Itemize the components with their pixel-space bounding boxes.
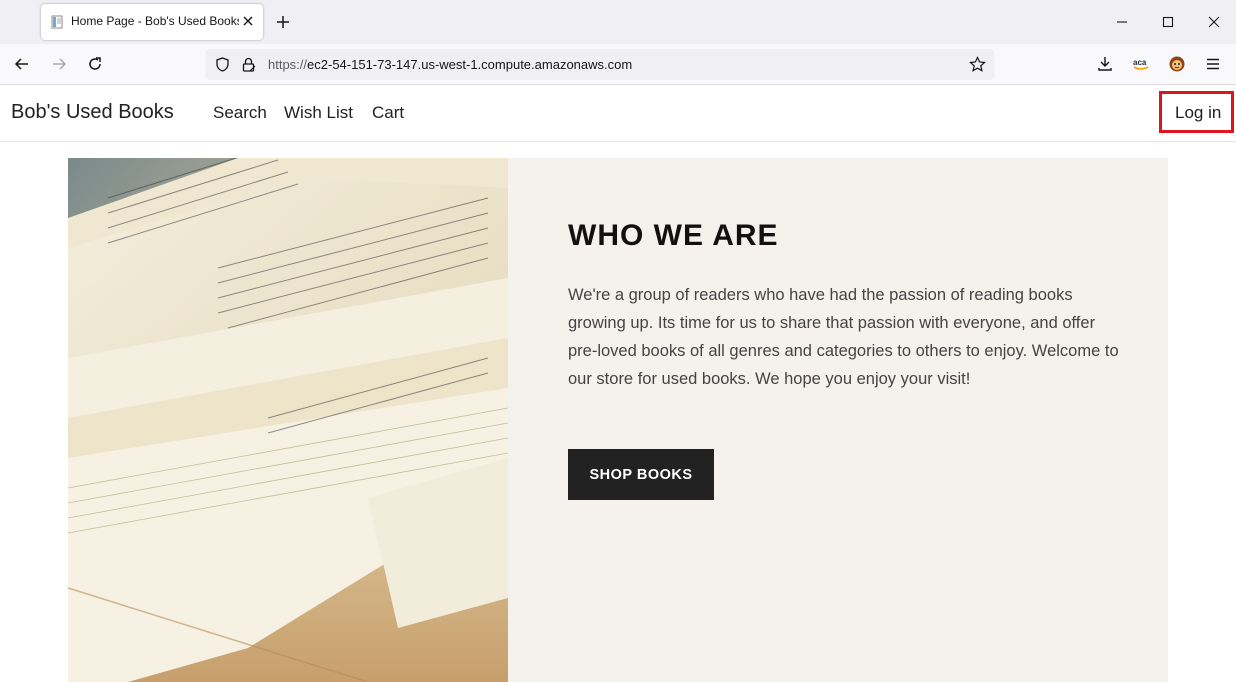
section-body-text: We're a group of readers who have had th… — [568, 286, 1119, 388]
shop-books-button[interactable]: SHOP BOOKS — [568, 449, 714, 500]
page-favicon-icon — [51, 15, 63, 29]
svg-text:aca: aca — [1133, 58, 1147, 67]
browser-tab-strip: Home Page - Bob's Used Books — [0, 0, 1236, 44]
open-book-photo — [68, 158, 508, 682]
monkey-extension-icon[interactable] — [1168, 55, 1186, 73]
reload-icon[interactable] — [86, 55, 104, 73]
open-book-illustration — [68, 158, 508, 682]
brand-logo[interactable]: Bob's Used Books — [11, 101, 174, 124]
browser-tab[interactable]: Home Page - Bob's Used Books — [41, 4, 263, 40]
tab-title: Home Page - Bob's Used Books — [71, 14, 239, 28]
amazon-extension-icon[interactable]: aca — [1132, 55, 1150, 73]
bookmark-star-icon[interactable] — [969, 56, 986, 73]
login-label: Log in — [1175, 103, 1222, 122]
section-heading: WHO WE ARE — [568, 219, 779, 252]
tracking-shield-icon[interactable] — [214, 56, 231, 73]
nav-link-search[interactable]: Search — [213, 103, 267, 123]
maximize-window-icon[interactable] — [1159, 13, 1177, 31]
nav-link-cart[interactable]: Cart — [372, 103, 404, 123]
who-we-are-section: WHO WE ARE We're a group of readers who … — [508, 158, 1168, 682]
forward-arrow-icon[interactable] — [50, 55, 68, 73]
close-tab-icon[interactable] — [241, 14, 255, 28]
login-button[interactable]: Log in — [1159, 91, 1234, 133]
lock-icon[interactable] — [240, 56, 257, 73]
url-scheme: https:// — [268, 57, 308, 72]
url-host: ec2-54-151-73-147.us-west-1.compute.amaz… — [307, 57, 633, 72]
address-bar[interactable]: https://ec2-54-151-73-147.us-west-1.comp… — [206, 49, 994, 80]
nav-link-wish-list[interactable]: Wish List — [284, 103, 353, 123]
minimize-window-icon[interactable] — [1113, 13, 1131, 31]
new-tab-icon[interactable] — [274, 13, 292, 31]
browser-toolbar: https://ec2-54-151-73-147.us-west-1.comp… — [0, 44, 1236, 85]
close-window-icon[interactable] — [1205, 13, 1223, 31]
url-text: https://ec2-54-151-73-147.us-west-1.comp… — [268, 57, 632, 72]
site-header: Bob's Used Books Search Wish List Cart L… — [0, 85, 1236, 142]
hamburger-menu-icon[interactable] — [1204, 55, 1222, 73]
back-arrow-icon[interactable] — [13, 55, 31, 73]
download-icon[interactable] — [1096, 55, 1114, 73]
